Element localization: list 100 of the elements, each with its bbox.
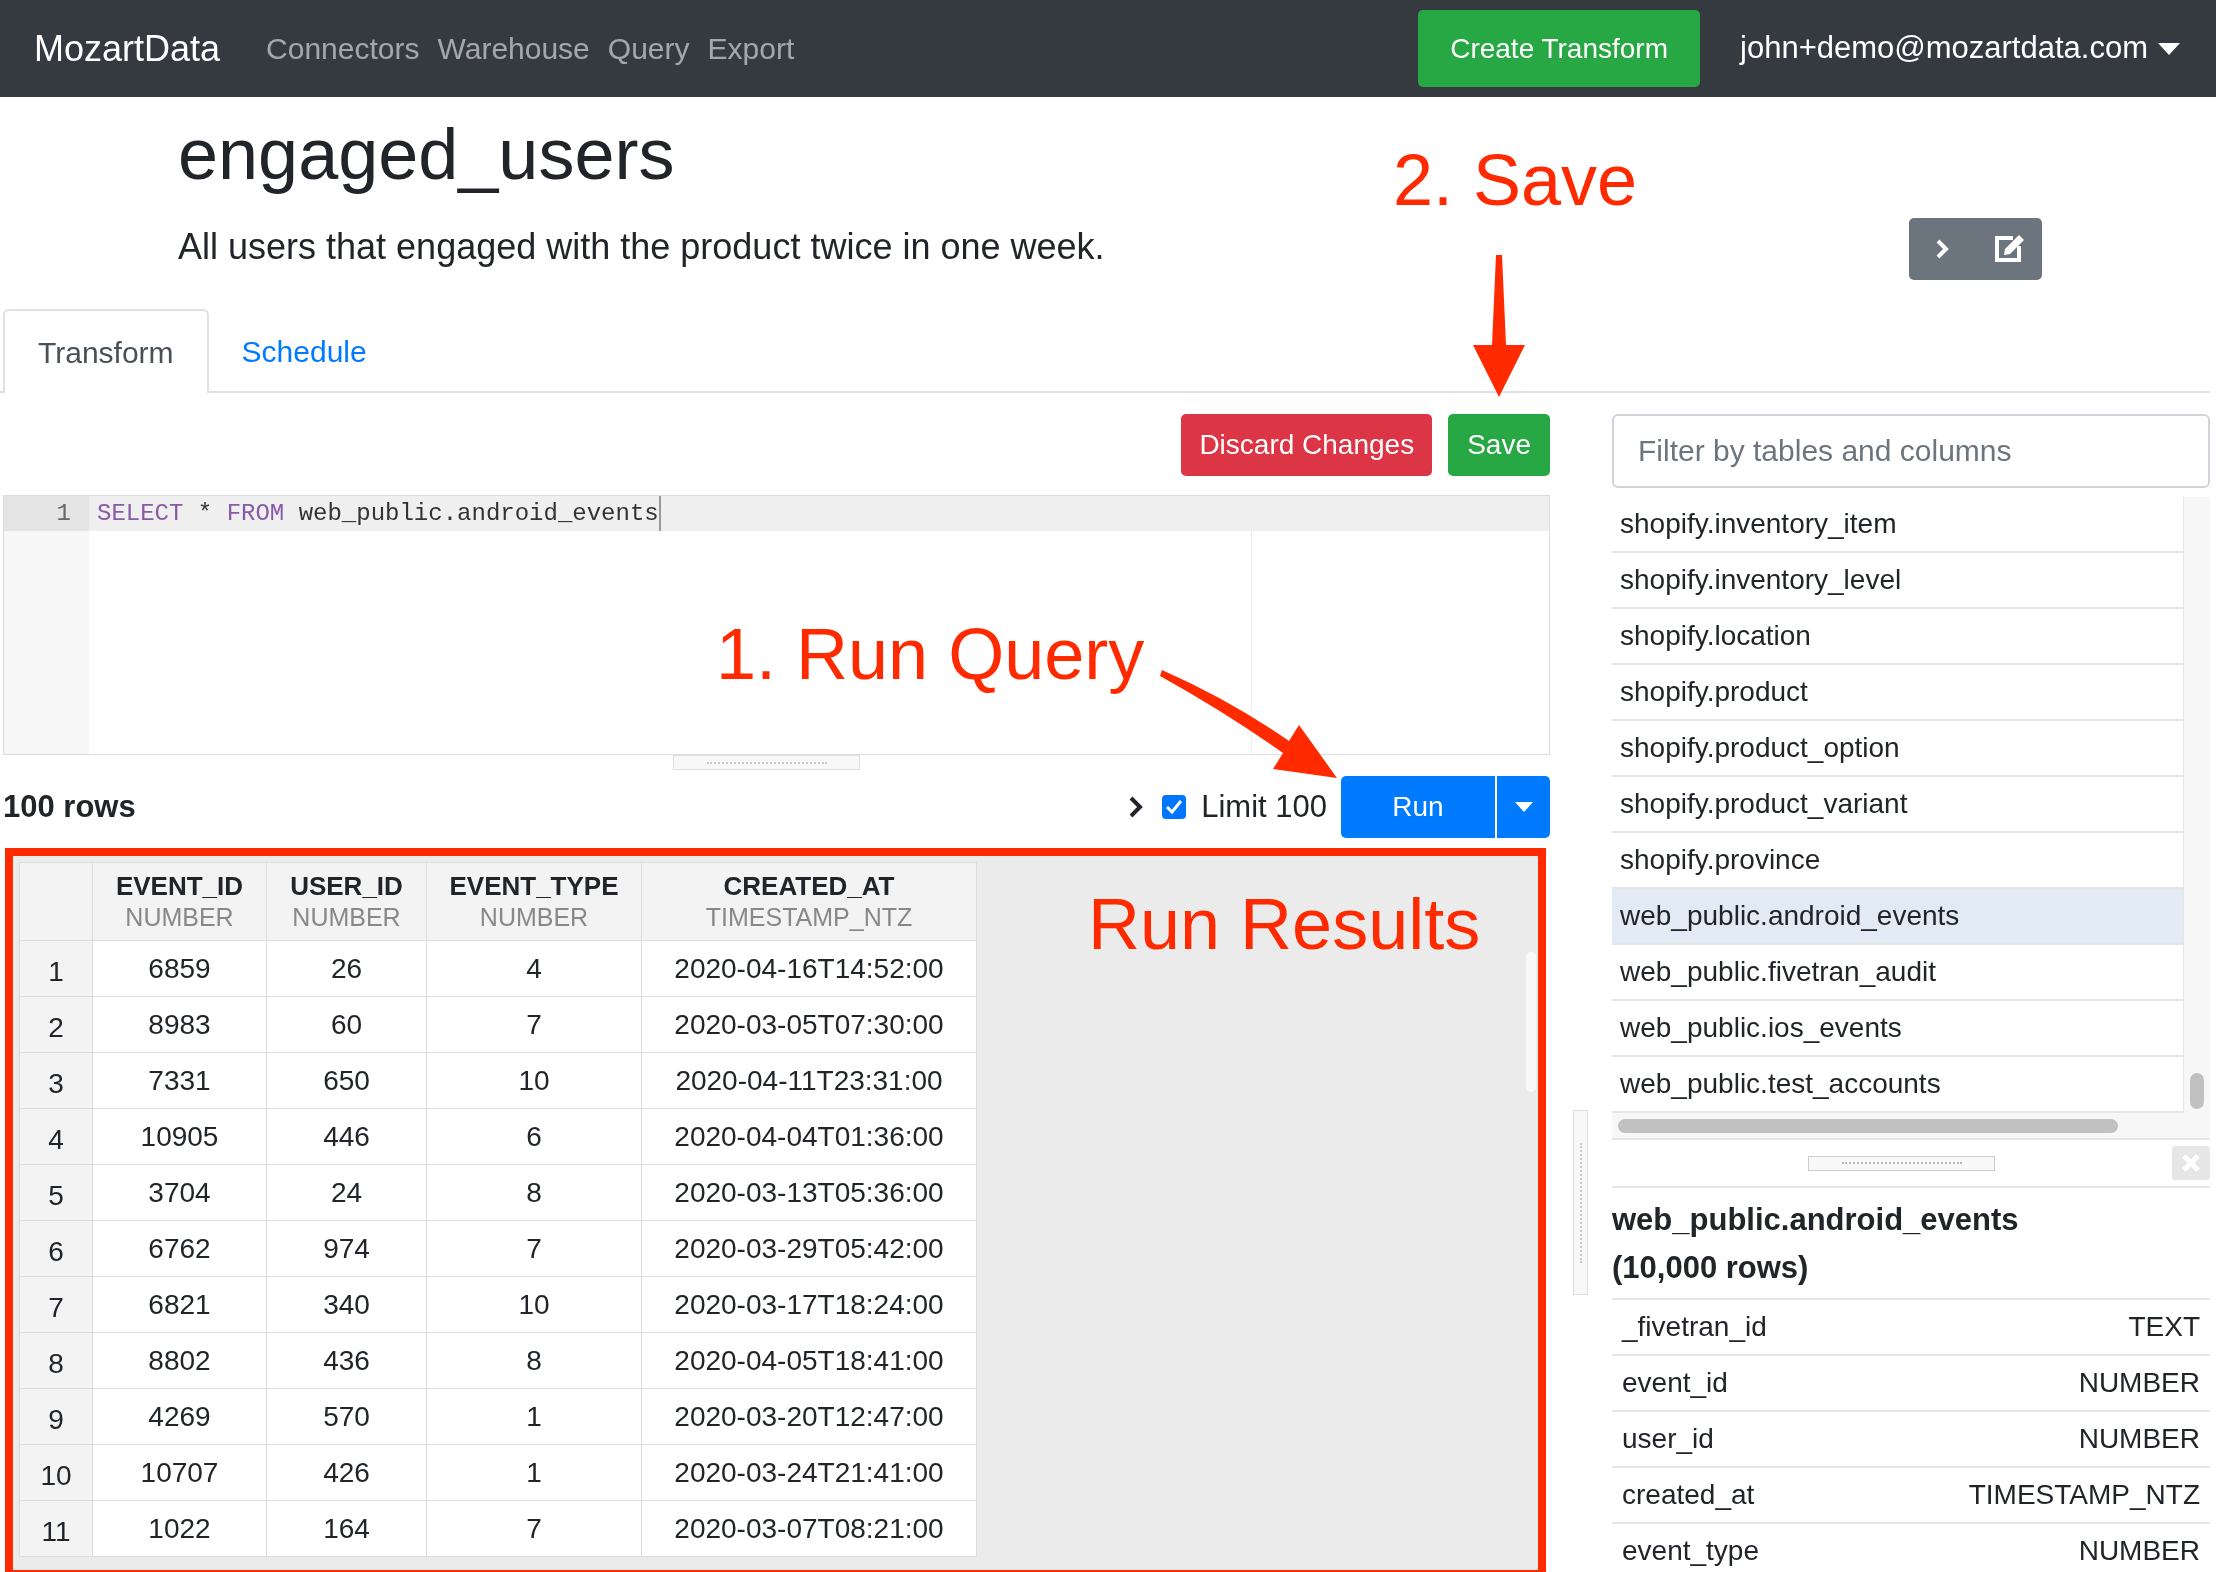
table-cell: 164 bbox=[266, 1500, 427, 1557]
column-name: event_id bbox=[1622, 1366, 1728, 1400]
resize-handle[interactable] bbox=[1573, 1110, 1588, 1295]
table-cell: 2020-03-13T05:36:00 bbox=[641, 1164, 977, 1221]
resize-handle[interactable] bbox=[673, 755, 860, 770]
user-menu[interactable]: john+demo@mozartdata.com bbox=[1740, 25, 2180, 72]
nav-link[interactable]: Export bbox=[707, 26, 795, 71]
table-cell: 2020-03-29T05:42:00 bbox=[641, 1220, 977, 1277]
row-number: 3 bbox=[19, 1052, 93, 1109]
row-number: 10 bbox=[19, 1444, 93, 1501]
table-cell: 3704 bbox=[92, 1164, 267, 1221]
table-cell: 2020-04-11T23:31:00 bbox=[641, 1052, 977, 1109]
scrollbar[interactable] bbox=[1612, 1113, 2210, 1138]
caret-icon bbox=[2158, 42, 2180, 55]
row-number: 8 bbox=[19, 1332, 93, 1389]
nav-link[interactable]: Connectors bbox=[266, 26, 420, 71]
table-cell: 2020-03-05T07:30:00 bbox=[641, 996, 977, 1053]
row-count: 100 rows bbox=[3, 787, 136, 826]
row-number: 9 bbox=[19, 1388, 93, 1445]
row-number: 6 bbox=[19, 1220, 93, 1277]
line-number: 1 bbox=[4, 496, 89, 531]
column-header[interactable]: USER_ID NUMBER bbox=[266, 862, 427, 941]
table-cell: 2020-03-24T21:41:00 bbox=[641, 1444, 977, 1501]
filter-input[interactable]: Filter by tables and columns bbox=[1612, 414, 2210, 488]
resize-handle[interactable] bbox=[1808, 1155, 1995, 1171]
annotation-text: 2. Save bbox=[1393, 139, 1638, 222]
scrollbar[interactable] bbox=[2183, 497, 2210, 1113]
table-cell: 2020-04-16T14:52:00 bbox=[641, 940, 977, 997]
table-cell: 2020-04-05T18:41:00 bbox=[641, 1332, 977, 1389]
table-cell: 1022 bbox=[92, 1500, 267, 1557]
table-cell: 24 bbox=[266, 1164, 427, 1221]
row-number: 7 bbox=[19, 1276, 93, 1333]
row-number: 1 bbox=[19, 940, 93, 997]
table-cell: 2020-04-04T01:36:00 bbox=[641, 1108, 977, 1165]
edit-icon bbox=[1992, 234, 2025, 264]
table-cell: 426 bbox=[266, 1444, 427, 1501]
table-cell: 26 bbox=[266, 940, 427, 997]
row-number: 4 bbox=[19, 1108, 93, 1165]
annotation-text: 1. Run Query bbox=[716, 613, 1145, 696]
annotation-text: Run Results bbox=[1088, 884, 1481, 964]
column-name: _fivetran_id bbox=[1622, 1310, 1767, 1344]
dropdown-toggle[interactable] bbox=[1497, 776, 1550, 838]
table-cell: 974 bbox=[266, 1220, 427, 1277]
column-name: created_at bbox=[1622, 1478, 1755, 1512]
tab[interactable]: Transform bbox=[3, 309, 209, 393]
tab[interactable]: Schedule bbox=[208, 309, 400, 393]
table-cell: 7 bbox=[426, 1220, 642, 1277]
nav-link[interactable]: Warehouse bbox=[437, 26, 590, 71]
column-header[interactable]: CREATED_AT TIMESTAMP_NTZ bbox=[641, 862, 977, 941]
table-cell: 436 bbox=[266, 1332, 427, 1389]
brand-link[interactable]: MozartData bbox=[34, 21, 221, 76]
column-header[interactable]: EVENT_TYPE NUMBER bbox=[426, 862, 642, 941]
edit-button[interactable] bbox=[1975, 218, 2042, 280]
table-cell: 6 bbox=[426, 1108, 642, 1165]
close-icon bbox=[2181, 1153, 2201, 1173]
table-cell: 1 bbox=[426, 1444, 642, 1501]
table-cell: 60 bbox=[266, 996, 427, 1053]
page-title: engaged_users bbox=[178, 113, 675, 196]
row-number: 11 bbox=[19, 1500, 93, 1557]
run-button[interactable]: Run bbox=[1341, 776, 1495, 838]
table-cell: 8802 bbox=[92, 1332, 267, 1389]
column-type: NUMBER bbox=[2078, 1366, 2200, 1400]
table-cell: 8 bbox=[426, 1164, 642, 1221]
chevron-right-icon bbox=[1935, 239, 1949, 259]
column-header[interactable]: EVENT_ID NUMBER bbox=[92, 862, 267, 941]
column-type: TEXT bbox=[2128, 1310, 2200, 1344]
table-cell: 7 bbox=[426, 1500, 642, 1557]
expand-button[interactable] bbox=[1909, 218, 1975, 280]
table-cell: 2020-03-17T18:24:00 bbox=[641, 1276, 977, 1333]
code-line: SELECT * FROM web_public.android_events bbox=[97, 496, 661, 531]
table-list-item[interactable]: web_public.android_events bbox=[1612, 889, 2183, 945]
table-cell: 2020-03-07T08:21:00 bbox=[641, 1500, 977, 1557]
details-row-count: (10,000 rows) bbox=[1612, 1249, 1810, 1287]
table-cell: 650 bbox=[266, 1052, 427, 1109]
table-cell: 10 bbox=[426, 1052, 642, 1109]
discard-changes-button[interactable]: Discard Changes bbox=[1181, 414, 1433, 476]
table-cell: 446 bbox=[266, 1108, 427, 1165]
table-cell: 8983 bbox=[92, 996, 267, 1053]
table-cell: 6821 bbox=[92, 1276, 267, 1333]
limit-checkbox[interactable] bbox=[1162, 795, 1187, 819]
limit-label: Limit 100 bbox=[1201, 787, 1327, 826]
nav-link[interactable]: Query bbox=[607, 26, 690, 71]
row-number: 5 bbox=[19, 1164, 93, 1221]
table-cell: 4 bbox=[426, 940, 642, 997]
caret-icon bbox=[1514, 802, 1533, 812]
page-description: All users that engaged with the product twice in one week. bbox=[178, 225, 1105, 269]
table-cell: 570 bbox=[266, 1388, 427, 1445]
table-cell: 6859 bbox=[92, 940, 267, 997]
column-type: NUMBER bbox=[2078, 1534, 2200, 1568]
table-cell: 1 bbox=[426, 1388, 642, 1445]
table-cell: 340 bbox=[266, 1276, 427, 1333]
table-cell: 10905 bbox=[92, 1108, 267, 1165]
table-cell: 8 bbox=[426, 1332, 642, 1389]
close-button[interactable] bbox=[2172, 1146, 2210, 1180]
row-number: 2 bbox=[19, 996, 93, 1053]
table-cell: 10707 bbox=[92, 1444, 267, 1501]
column-type: NUMBER bbox=[2078, 1422, 2200, 1456]
chevron-right-icon[interactable] bbox=[1128, 796, 1145, 818]
details-title: web_public.android_events bbox=[1612, 1201, 2020, 1239]
table-cell: 2020-03-20T12:47:00 bbox=[641, 1388, 977, 1445]
